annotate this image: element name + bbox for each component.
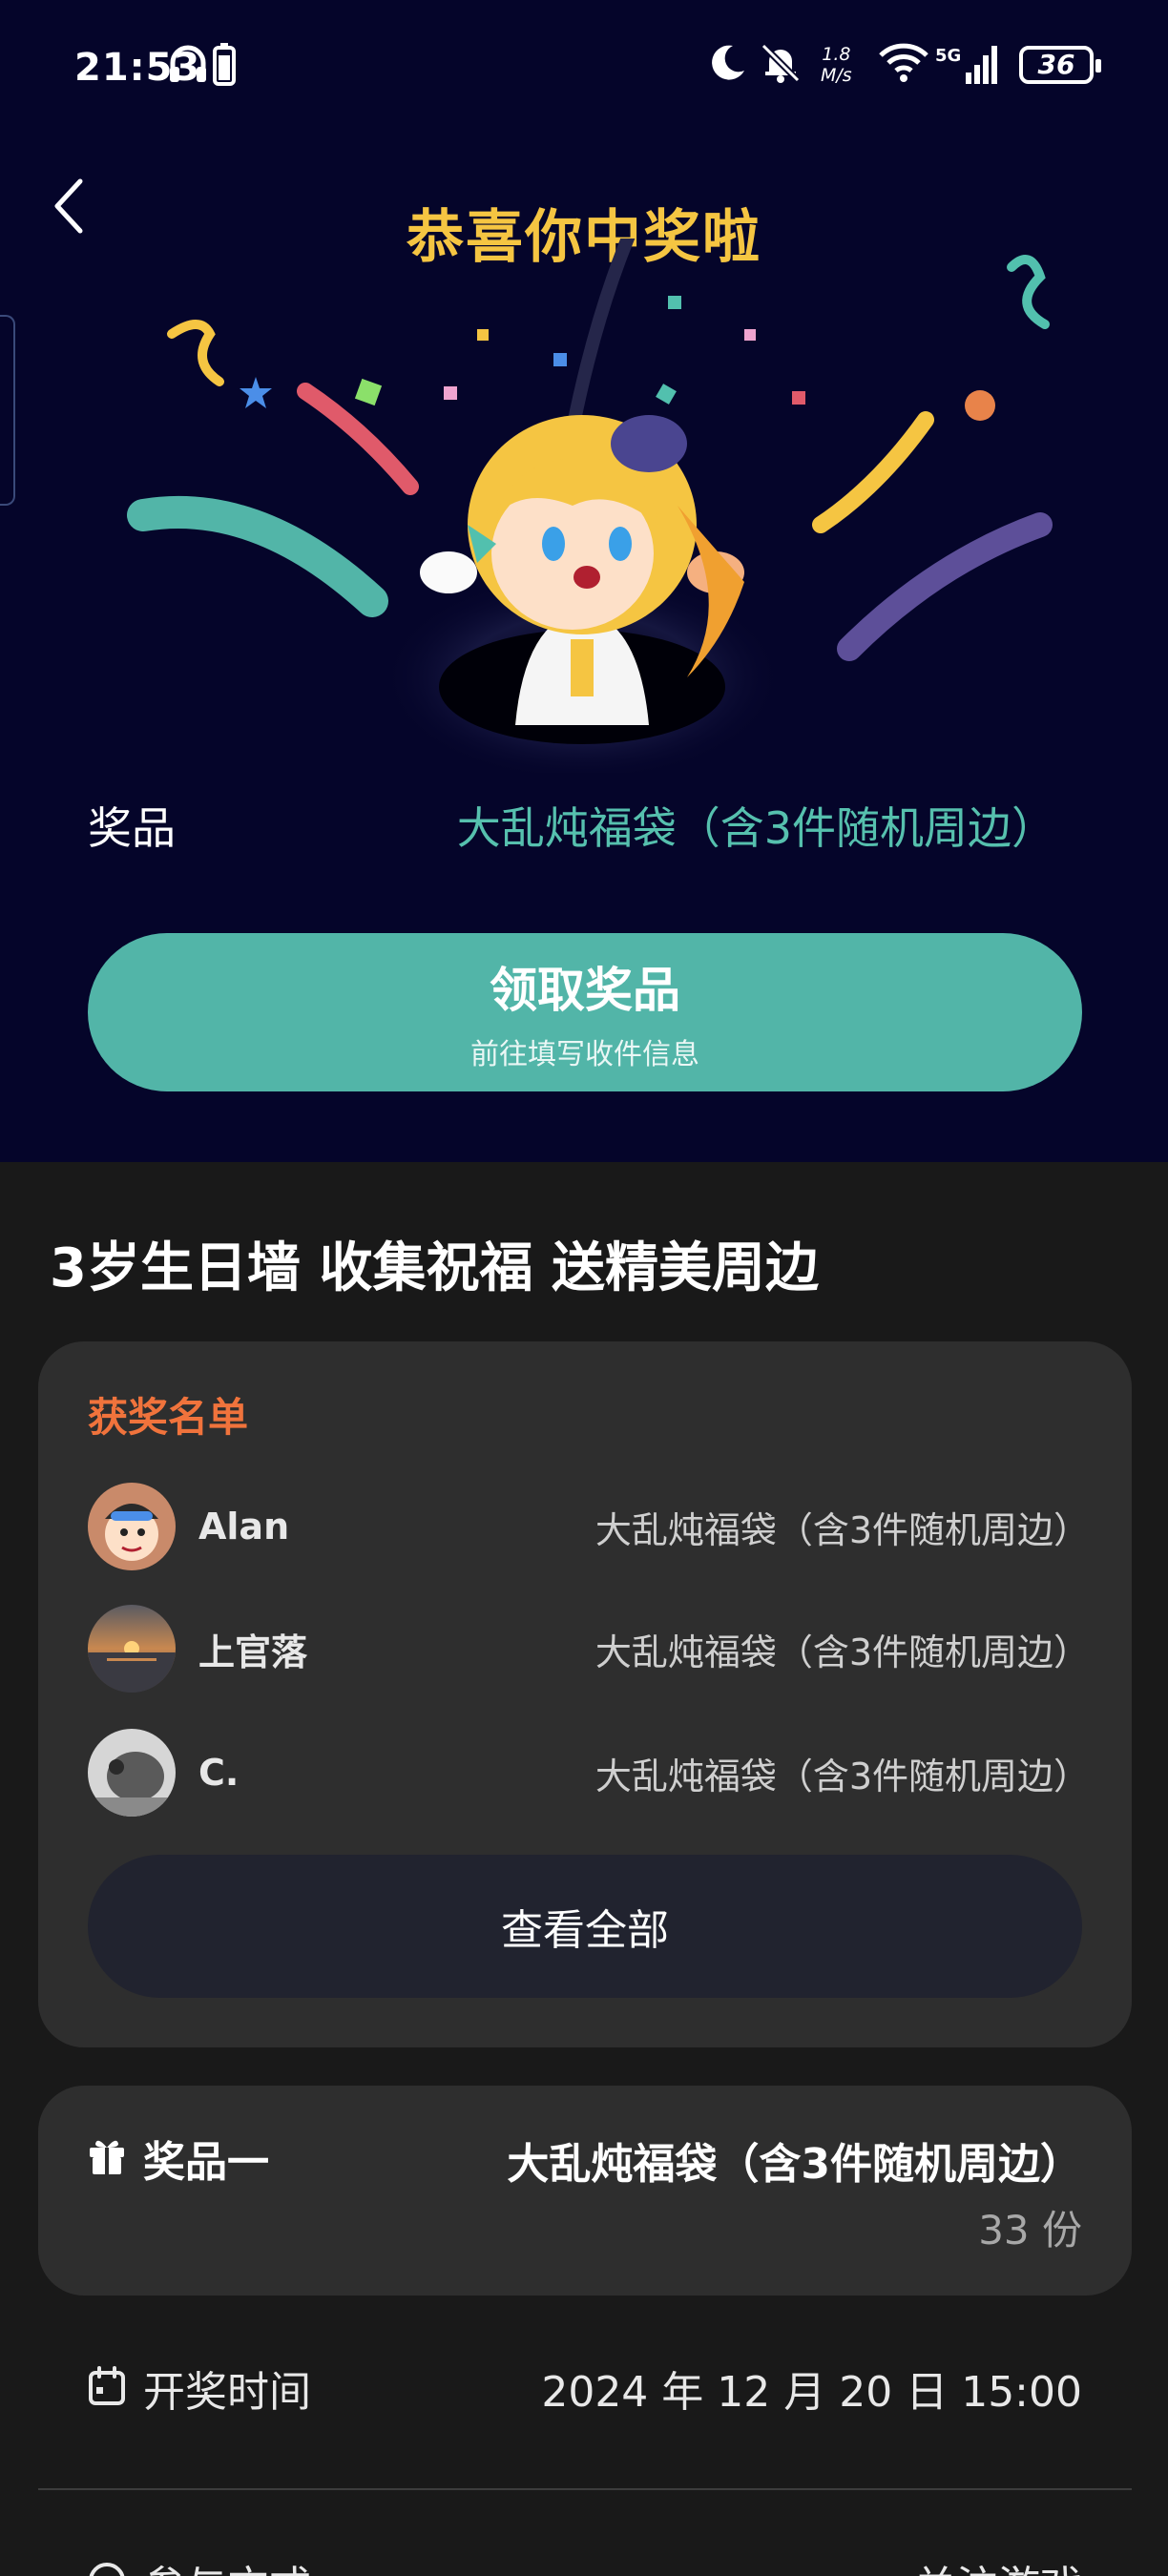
prize-label: 奖品	[88, 802, 176, 854]
prize-tier-card: 奖品一 大乱炖福袋（含3件随机周边） 33 份	[38, 2086, 1132, 2296]
participation-icon	[88, 2561, 126, 2576]
participation-row: 参与方式 关注游戏	[88, 2549, 1082, 2576]
winner-row: C. 大乱炖福袋（含3件随机周边）	[88, 1729, 1090, 1817]
calendar-icon	[88, 2366, 126, 2410]
winners-card: 获奖名单 Alan 大乱炖福袋（含3件随机周边） 上官落 大乱炖福袋（含3件随机…	[38, 1341, 1132, 2047]
status-bar: 21:53 1.8 M/s 5G 36	[0, 0, 1168, 134]
claim-button-label: 领取奖品	[490, 963, 680, 1018]
winner-prize: 大乱炖福袋（含3件随机周边）	[594, 1631, 1090, 1673]
draw-time-value: 2024 年 12 月 20 日 15:00	[541, 2368, 1082, 2417]
winner-prize: 大乱炖福袋（含3件随机周边）	[594, 1508, 1090, 1551]
winner-row: 上官落 大乱炖福袋（含3件随机周边）	[88, 1605, 1090, 1693]
claim-button-sublabel: 前往填写收件信息	[470, 1038, 699, 1071]
divider	[38, 2488, 1132, 2490]
signal-5g-icon: 5G	[935, 42, 1004, 90]
battery-indicator: 36	[1019, 46, 1101, 84]
prize-count: 33 份	[978, 2207, 1082, 2254]
view-all-button[interactable]: 查看全部	[88, 1855, 1082, 1998]
prize-tier-label: 奖品一	[143, 2138, 269, 2187]
mute-bell-icon	[760, 42, 802, 88]
avatar	[88, 1729, 176, 1817]
headphone-icon	[168, 42, 208, 88]
participation-label: 参与方式	[143, 2552, 311, 2576]
winner-name: 上官落	[198, 1631, 308, 1673]
avatar	[88, 1605, 176, 1693]
winner-name: Alan	[198, 1506, 290, 1548]
net-speed: 1.8 M/s	[821, 44, 852, 86]
wifi-icon	[878, 42, 929, 88]
winners-heading: 获奖名单	[88, 1394, 249, 1441]
prize-tier-name: 大乱炖福袋（含3件随机周边）	[507, 2140, 1082, 2189]
prize-value: 大乱炖福袋（含3件随机周边）	[456, 802, 1055, 854]
moon-icon	[706, 42, 748, 88]
draw-time-label: 开奖时间	[143, 2368, 311, 2417]
avatar	[88, 1483, 176, 1570]
hero-section: 21:53 1.8 M/s 5G 36 恭喜你中奖啦 奖品 大乱炖福袋（含3件随…	[0, 0, 1168, 1162]
event-title: 3岁生日墙 收集祝福 送精美周边	[50, 1237, 819, 1299]
draw-time-row: 开奖时间 2024 年 12 月 20 日 15:00	[88, 2355, 1082, 2421]
phone-battery-icon	[212, 42, 237, 90]
winner-name: C.	[198, 1752, 240, 1794]
claim-prize-button[interactable]: 领取奖品 前往填写收件信息	[88, 933, 1082, 1091]
gift-icon	[88, 2136, 126, 2180]
svg-text:5G: 5G	[935, 46, 961, 66]
participation-value: 关注游戏	[914, 2552, 1082, 2576]
floating-edge-handle[interactable]	[0, 315, 15, 506]
mascot-illustration	[115, 110, 1069, 782]
prize-tier: 奖品一	[88, 2128, 269, 2189]
winner-prize: 大乱炖福袋（含3件随机周边）	[594, 1755, 1090, 1797]
winner-row: Alan 大乱炖福袋（含3件随机周边）	[88, 1483, 1090, 1570]
